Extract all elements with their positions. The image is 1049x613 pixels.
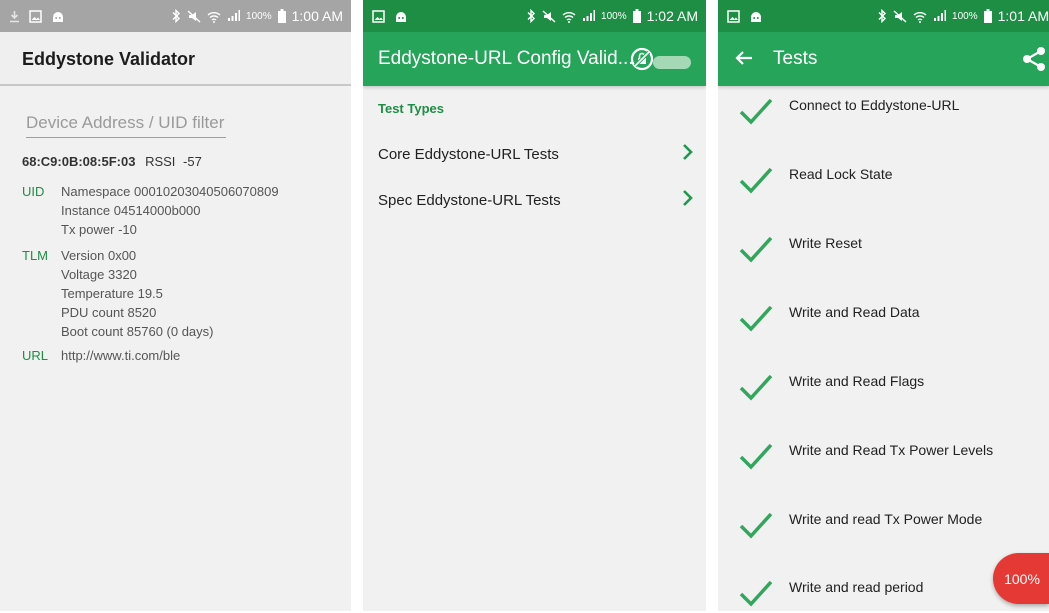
gallery-icon [29, 9, 42, 23]
url-frame-details: http://www.ti.com/ble [61, 346, 180, 365]
page-title: Tests [773, 48, 818, 69]
mute-icon [187, 9, 201, 23]
signal-icon [582, 10, 596, 22]
wifi-icon [562, 10, 576, 23]
download-icon [9, 10, 20, 23]
battery-percent: 100% [952, 10, 978, 22]
spec-tests-item[interactable]: Spec Eddystone-URL Tests [363, 180, 706, 220]
uid-frame-details: Namespace 00010203040506070809 Instance … [61, 182, 279, 239]
battery-icon [632, 9, 641, 23]
test-label: Write Reset [789, 235, 862, 251]
test-row: Write Reset [718, 227, 1049, 296]
status-bar: 100% 1:00 AM [0, 0, 351, 32]
wifi-icon [207, 10, 221, 23]
check-icon [738, 166, 774, 199]
check-icon [738, 97, 774, 130]
test-label: Connect to Eddystone-URL [789, 97, 960, 113]
bluetooth-icon [877, 9, 887, 23]
android-icon [51, 10, 65, 23]
config-validator-screen: 100% 1:02 AM Eddystone-URL Config Valid.… [363, 0, 706, 611]
app-bar: Eddystone-URL Config Valid... [363, 32, 706, 86]
test-row: Write and Read Tx Power Levels [718, 434, 1049, 503]
check-icon [738, 511, 774, 544]
tlm-version: Version 0x00 [61, 248, 137, 263]
signal-icon [227, 10, 241, 22]
bluetooth-icon [526, 9, 536, 23]
validator-screen: 100% 1:00 AM Eddystone Validator Device … [0, 0, 351, 611]
check-icon [738, 304, 774, 337]
rssi-value: -57 [183, 154, 202, 169]
battery-percent: 100% [246, 10, 272, 22]
test-label: Write and Read Flags [789, 373, 925, 389]
test-label: Write and read period [789, 579, 924, 595]
core-tests-label: Core Eddystone-URL Tests [378, 146, 559, 163]
tlm-frame-tag: TLM [22, 248, 48, 263]
tlm-temperature: Temperature 19.5 [61, 286, 163, 301]
spec-tests-label: Spec Eddystone-URL Tests [378, 192, 561, 209]
wifi-icon [913, 10, 927, 23]
test-row: Connect to Eddystone-URL [718, 89, 1049, 158]
mute-icon [893, 9, 907, 23]
test-row: Read Lock State [718, 158, 1049, 227]
android-icon [394, 10, 408, 23]
core-tests-item[interactable]: Core Eddystone-URL Tests [363, 134, 706, 174]
back-arrow-icon[interactable] [734, 48, 754, 73]
test-label: Write and read Tx Power Mode [789, 511, 983, 527]
uid-instance: Instance 04514000b000 [61, 203, 201, 218]
chevron-right-icon [682, 189, 694, 212]
signal-icon [933, 10, 947, 22]
app-header: Eddystone Validator [0, 32, 351, 86]
url-frame-tag: URL [22, 348, 49, 363]
section-header: Test Types [378, 101, 444, 116]
test-label: Write and Read Tx Power Levels [789, 442, 994, 458]
tests-screen: 100% 1:01 AM Tests Connect to Eddystone-… [718, 0, 1049, 611]
lock-toggle[interactable] [653, 56, 691, 69]
uid-namespace: Namespace 00010203040506070809 [61, 184, 279, 199]
battery-percent: 100% [601, 10, 627, 22]
gallery-icon [727, 9, 740, 23]
clock: 1:01 AM [997, 8, 1049, 24]
lock-disabled-icon[interactable] [630, 47, 654, 76]
uid-frame-tag: UID [22, 184, 45, 199]
mute-icon [542, 9, 556, 23]
status-bar: 100% 1:02 AM [363, 0, 706, 32]
tlm-frame-details: Version 0x00 Voltage 3320 Temperature 19… [61, 246, 214, 341]
test-label: Read Lock State [789, 166, 893, 182]
check-icon [738, 442, 774, 475]
tlm-pdu-count: PDU count 8520 [61, 305, 157, 320]
page-title: Eddystone-URL Config Valid... [378, 48, 634, 69]
url-value: http://www.ti.com/ble [61, 348, 181, 363]
status-bar: 100% 1:01 AM [718, 0, 1049, 32]
device-entry[interactable]: 68:C9:0B:08:5F:03 RSSI -57 [22, 154, 202, 169]
battery-icon [983, 9, 992, 23]
device-filter-input[interactable]: Device Address / UID filter [26, 112, 226, 138]
app-bar: Tests [718, 32, 1049, 86]
test-row: Write and Read Flags [718, 365, 1049, 434]
test-row: Write and Read Data [718, 296, 1049, 365]
battery-icon [277, 9, 286, 23]
android-icon [749, 10, 763, 23]
progress-fab[interactable]: 100% [993, 553, 1049, 604]
check-icon [738, 373, 774, 406]
tlm-boot-count: Boot count 85760 (0 days) [61, 324, 214, 339]
check-icon [738, 579, 774, 611]
share-icon[interactable] [1021, 46, 1047, 77]
device-address: 68:C9:0B:08:5F:03 [22, 154, 136, 169]
chevron-right-icon [682, 143, 694, 166]
bluetooth-icon [171, 9, 181, 23]
test-label: Write and Read Data [789, 304, 920, 320]
rssi-label: RSSI [145, 154, 176, 169]
page-title: Eddystone Validator [22, 49, 196, 69]
clock: 1:00 AM [291, 8, 343, 24]
tlm-voltage: Voltage 3320 [61, 267, 137, 282]
check-icon [738, 235, 774, 268]
uid-tx-power: Tx power -10 [61, 222, 137, 237]
gallery-icon [372, 9, 385, 23]
clock: 1:02 AM [646, 8, 698, 24]
